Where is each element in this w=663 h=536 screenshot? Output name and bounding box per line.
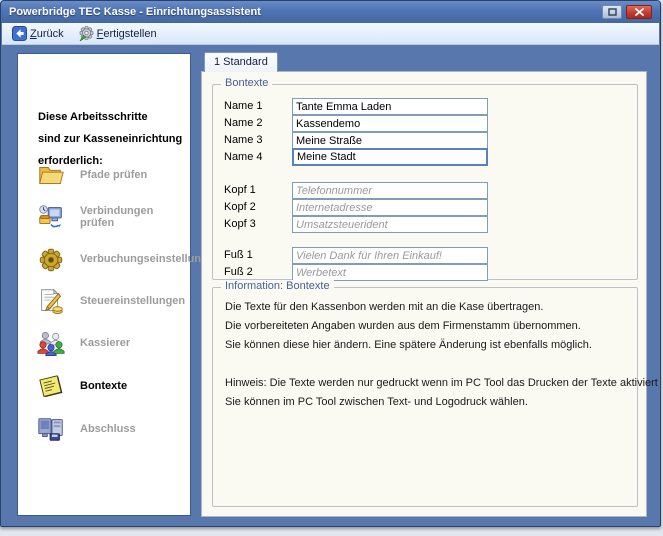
bontexte-group-title: Bontexte [221,77,272,89]
wizard-window: Powerbridge TEC Kasse - Einrichtungsassi… [0,0,661,527]
maximize-icon [608,8,617,16]
back-button-label: Zurück [30,28,64,40]
name2-label: Name 2 [224,117,263,129]
info-line: Die Texte für den Kassenbon werden mit a… [225,298,629,317]
info-line: Sie können diese hier ändern. Eine späte… [225,336,629,355]
tax-document-icon [36,286,66,316]
gear-icon [36,244,66,274]
sidebar-item-label: Verbindungen prüfen [80,205,190,229]
fuss1-input[interactable] [292,247,488,264]
fuss1-label: Fuß 1 [224,249,253,261]
tab-standard[interactable]: 1 Standard [204,52,278,72]
computer-disk-icon [36,414,66,444]
information-group-title: Information: Bontexte [221,280,334,292]
name4-label: Name 4 [224,151,263,163]
back-button[interactable]: Zurück [12,26,64,41]
kopf2-label: Kopf 2 [224,201,256,213]
info-line: Hinweis: Die Texte werden nur gedruckt w… [225,374,629,393]
step-sidebar: Diese Arbeitsschritte sind zur Kassenein… [17,53,191,516]
kopf2-input[interactable] [292,199,488,216]
close-icon [635,8,644,16]
folder-icon [36,160,66,190]
window-title: Powerbridge TEC Kasse - Einrichtungsassi… [9,6,598,18]
sidebar-item-label: Steuereinstellungen [80,295,185,307]
info-line-spacer [225,355,629,374]
people-icon [36,328,66,358]
sidebar-item-label: Abschluss [80,423,136,435]
info-line: Die vorbereiteten Angaben wurden aus dem… [225,317,629,336]
finish-button[interactable]: Fertigstellen [78,26,157,42]
info-line: Sie können im PC Tool zwischen Text- und… [225,393,629,412]
name1-input[interactable] [292,98,488,115]
sidebar-item-verbuchungseinstellungen[interactable]: Verbuchungseinstellungen [36,242,221,276]
network-computer-icon [36,202,66,232]
information-text: Die Texte für den Kassenbon werden mit a… [225,298,629,412]
sidebar-item-label: Kassierer [80,337,130,349]
name3-input[interactable] [292,132,488,149]
sidebar-item-steuereinstellungen[interactable]: Steuereinstellungen [36,284,185,318]
fuss2-label: Fuß 2 [224,266,253,278]
close-button[interactable] [626,5,652,19]
finish-gear-icon [78,26,94,42]
name3-label: Name 3 [224,134,263,146]
kopf3-input[interactable] [292,216,488,233]
name1-label: Name 1 [224,100,263,112]
toolbar: Zurück Fertigstellen [2,23,659,45]
back-arrow-icon [12,26,27,41]
kopf3-label: Kopf 3 [224,218,256,230]
sidebar-item-kassierer[interactable]: Kassierer [36,326,130,360]
fuss2-input[interactable] [292,264,488,281]
kopf1-input[interactable] [292,182,488,199]
kopf1-label: Kopf 1 [224,184,256,196]
main-panel: Bontexte Name 1 Name 2 Name 3 Name 4 Kop… [201,71,647,517]
sidebar-item-label: Pfade prüfen [80,169,147,181]
titlebar: Powerbridge TEC Kasse - Einrichtungsassi… [1,1,660,23]
maximize-button[interactable] [602,5,622,19]
sidebar-item-label: Verbuchungseinstellungen [80,253,221,265]
sidebar-item-label: Bontexte [80,380,127,392]
sticky-note-icon [36,371,66,401]
name4-input[interactable] [292,148,488,166]
sidebar-item-verbindungen-pruefen[interactable]: Verbindungen prüfen [36,200,190,234]
sidebar-item-abschluss[interactable]: Abschluss [36,412,136,446]
finish-button-label: Fertigstellen [97,28,157,40]
sidebar-item-pfade-pruefen[interactable]: Pfade prüfen [36,158,147,192]
information-groupbox: Information: Bontexte Die Texte für den … [212,287,638,507]
name2-input[interactable] [292,115,488,132]
sidebar-item-bontexte[interactable]: Bontexte [36,369,127,403]
